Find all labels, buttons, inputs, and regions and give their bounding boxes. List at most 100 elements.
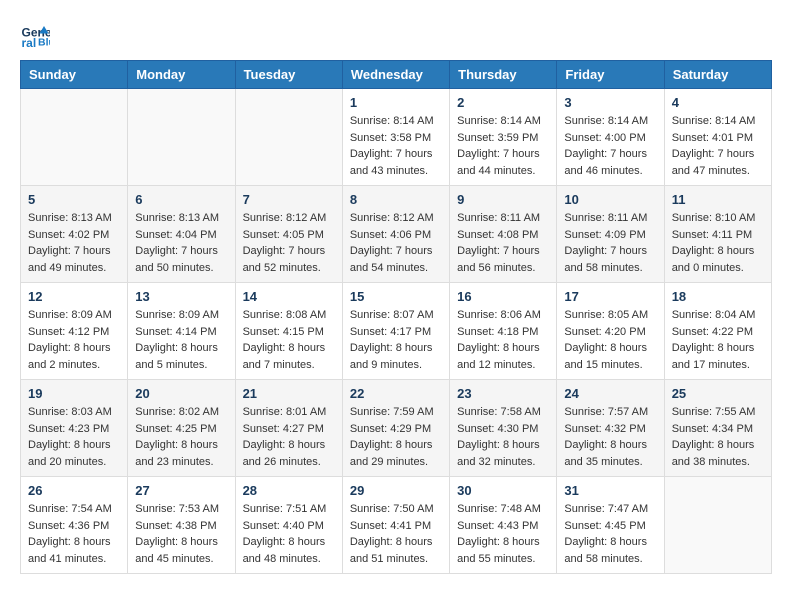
calendar-cell: 17 Sunrise: 8:05 AMSunset: 4:20 PMDayligh…	[557, 283, 664, 380]
day-number: 9	[457, 192, 549, 207]
day-number: 27	[135, 483, 227, 498]
day-info: Sunrise: 8:01 AMSunset: 4:27 PMDaylight:…	[243, 404, 335, 470]
day-info: Sunrise: 8:02 AMSunset: 4:25 PMDaylight:…	[135, 404, 227, 470]
calendar-cell: 7Sunrise: 8:12 AMSunset: 4:05 PMDaylight…	[235, 186, 342, 283]
day-info: Sunrise: 7:55 AMSunset: 4:34 PMDaylight:…	[672, 404, 764, 470]
calendar-cell: 25 Sunrise: 7:55 AMSunset: 4:34 PMDayligh…	[664, 380, 771, 477]
day-number: 25	[672, 386, 764, 401]
day-info: Sunrise: 8:13 AMSunset: 4:02 PMDaylight:…	[28, 210, 120, 276]
day-info: Sunrise: 8:11 AMSunset: 4:08 PMDaylight:…	[457, 210, 549, 276]
day-info: Sunrise: 8:08 AMSunset: 4:15 PMDaylight:…	[243, 307, 335, 373]
calendar-cell: 3 Sunrise: 8:14 AMSunset: 4:00 PMDaylight…	[557, 89, 664, 186]
weekday-header-row: SundayMondayTuesdayWednesdayThursdayFrid…	[21, 61, 772, 89]
calendar-cell: 21 Sunrise: 8:01 AMSunset: 4:27 PMDayligh…	[235, 380, 342, 477]
calendar-cell: 24Sunrise: 7:57 AMSunset: 4:32 PMDayligh…	[557, 380, 664, 477]
day-number: 10	[564, 192, 656, 207]
weekday-header-sunday: Sunday	[21, 61, 128, 89]
svg-text:Blue: Blue	[38, 37, 50, 49]
calendar-body: 1 Sunrise: 8:14 AMSunset: 3:58 PMDaylight…	[21, 89, 772, 574]
day-number: 7	[243, 192, 335, 207]
calendar-cell: 13 Sunrise: 8:09 AMSunset: 4:14 PMDayligh…	[128, 283, 235, 380]
day-info: Sunrise: 7:50 AMSunset: 4:41 PMDaylight:…	[350, 501, 442, 567]
day-number: 2	[457, 95, 549, 110]
day-number: 17	[564, 289, 656, 304]
day-number: 21	[243, 386, 335, 401]
calendar-cell: 18Sunrise: 8:04 AMSunset: 4:22 PMDayligh…	[664, 283, 771, 380]
calendar-cell: 4Sunrise: 8:14 AMSunset: 4:01 PMDaylight…	[664, 89, 771, 186]
calendar-cell: 9 Sunrise: 8:11 AMSunset: 4:08 PMDaylight…	[450, 186, 557, 283]
day-number: 29	[350, 483, 442, 498]
day-number: 12	[28, 289, 120, 304]
calendar-cell: 29 Sunrise: 7:50 AMSunset: 4:41 PMDayligh…	[342, 477, 449, 574]
calendar-cell: 2Sunrise: 8:14 AMSunset: 3:59 PMDaylight…	[450, 89, 557, 186]
day-number: 4	[672, 95, 764, 110]
day-info: Sunrise: 7:53 AMSunset: 4:38 PMDaylight:…	[135, 501, 227, 567]
day-number: 6	[135, 192, 227, 207]
day-info: Sunrise: 8:14 AMSunset: 4:00 PMDaylight:…	[564, 113, 656, 179]
day-number: 20	[135, 386, 227, 401]
calendar-cell: 12Sunrise: 8:09 AMSunset: 4:12 PMDayligh…	[21, 283, 128, 380]
day-info: Sunrise: 7:57 AMSunset: 4:32 PMDaylight:…	[564, 404, 656, 470]
day-info: Sunrise: 8:14 AMSunset: 3:58 PMDaylight:…	[350, 113, 442, 179]
calendar-cell	[235, 89, 342, 186]
day-info: Sunrise: 8:05 AMSunset: 4:20 PMDaylight:…	[564, 307, 656, 373]
day-number: 15	[350, 289, 442, 304]
day-number: 28	[243, 483, 335, 498]
day-number: 26	[28, 483, 120, 498]
day-number: 30	[457, 483, 549, 498]
calendar-cell	[128, 89, 235, 186]
calendar-cell: 6 Sunrise: 8:13 AMSunset: 4:04 PMDaylight…	[128, 186, 235, 283]
day-info: Sunrise: 8:12 AMSunset: 4:06 PMDaylight:…	[350, 210, 442, 276]
day-number: 13	[135, 289, 227, 304]
logo-icon: Gene ral Blue	[20, 20, 50, 50]
day-info: Sunrise: 7:48 AMSunset: 4:43 PMDaylight:…	[457, 501, 549, 567]
weekday-header-friday: Friday	[557, 61, 664, 89]
calendar-cell: 20 Sunrise: 8:02 AMSunset: 4:25 PMDayligh…	[128, 380, 235, 477]
calendar-cell: 31Sunrise: 7:47 AMSunset: 4:45 PMDayligh…	[557, 477, 664, 574]
day-number: 14	[243, 289, 335, 304]
calendar-cell: 5 Sunrise: 8:13 AMSunset: 4:02 PMDaylight…	[21, 186, 128, 283]
calendar-cell: 22 Sunrise: 7:59 AMSunset: 4:29 PMDayligh…	[342, 380, 449, 477]
day-number: 3	[564, 95, 656, 110]
day-info: Sunrise: 8:03 AMSunset: 4:23 PMDaylight:…	[28, 404, 120, 470]
calendar-cell	[664, 477, 771, 574]
day-number: 5	[28, 192, 120, 207]
week-row-2: 5 Sunrise: 8:13 AMSunset: 4:02 PMDaylight…	[21, 186, 772, 283]
day-number: 31	[564, 483, 656, 498]
day-number: 19	[28, 386, 120, 401]
day-info: Sunrise: 8:13 AMSunset: 4:04 PMDaylight:…	[135, 210, 227, 276]
day-number: 23	[457, 386, 549, 401]
weekday-header-thursday: Thursday	[450, 61, 557, 89]
page-header: Gene ral Blue	[20, 20, 772, 50]
day-number: 16	[457, 289, 549, 304]
week-row-4: 19 Sunrise: 8:03 AMSunset: 4:23 PMDayligh…	[21, 380, 772, 477]
calendar-cell: 15 Sunrise: 8:07 AMSunset: 4:17 PMDayligh…	[342, 283, 449, 380]
weekday-header-saturday: Saturday	[664, 61, 771, 89]
svg-text:ral: ral	[22, 36, 37, 50]
week-row-5: 26 Sunrise: 7:54 AMSunset: 4:36 PMDayligh…	[21, 477, 772, 574]
day-info: Sunrise: 8:09 AMSunset: 4:14 PMDaylight:…	[135, 307, 227, 373]
calendar-cell: 1 Sunrise: 8:14 AMSunset: 3:58 PMDaylight…	[342, 89, 449, 186]
day-number: 11	[672, 192, 764, 207]
day-number: 22	[350, 386, 442, 401]
calendar-cell: 8 Sunrise: 8:12 AMSunset: 4:06 PMDaylight…	[342, 186, 449, 283]
day-number: 18	[672, 289, 764, 304]
day-number: 1	[350, 95, 442, 110]
weekday-header-wednesday: Wednesday	[342, 61, 449, 89]
day-info: Sunrise: 8:07 AMSunset: 4:17 PMDaylight:…	[350, 307, 442, 373]
day-number: 8	[350, 192, 442, 207]
calendar-cell: 14 Sunrise: 8:08 AMSunset: 4:15 PMDayligh…	[235, 283, 342, 380]
day-info: Sunrise: 8:11 AMSunset: 4:09 PMDaylight:…	[564, 210, 656, 276]
calendar-cell: 16Sunrise: 8:06 AMSunset: 4:18 PMDayligh…	[450, 283, 557, 380]
day-info: Sunrise: 7:58 AMSunset: 4:30 PMDaylight:…	[457, 404, 549, 470]
calendar-cell: 28Sunrise: 7:51 AMSunset: 4:40 PMDayligh…	[235, 477, 342, 574]
day-info: Sunrise: 8:10 AMSunset: 4:11 PMDaylight:…	[672, 210, 764, 276]
day-info: Sunrise: 7:54 AMSunset: 4:36 PMDaylight:…	[28, 501, 120, 567]
weekday-header-monday: Monday	[128, 61, 235, 89]
calendar-cell: 26 Sunrise: 7:54 AMSunset: 4:36 PMDayligh…	[21, 477, 128, 574]
week-row-3: 12Sunrise: 8:09 AMSunset: 4:12 PMDayligh…	[21, 283, 772, 380]
calendar-cell: 23 Sunrise: 7:58 AMSunset: 4:30 PMDayligh…	[450, 380, 557, 477]
calendar-cell: 27 Sunrise: 7:53 AMSunset: 4:38 PMDayligh…	[128, 477, 235, 574]
day-info: Sunrise: 7:59 AMSunset: 4:29 PMDaylight:…	[350, 404, 442, 470]
calendar-cell: 30 Sunrise: 7:48 AMSunset: 4:43 PMDayligh…	[450, 477, 557, 574]
